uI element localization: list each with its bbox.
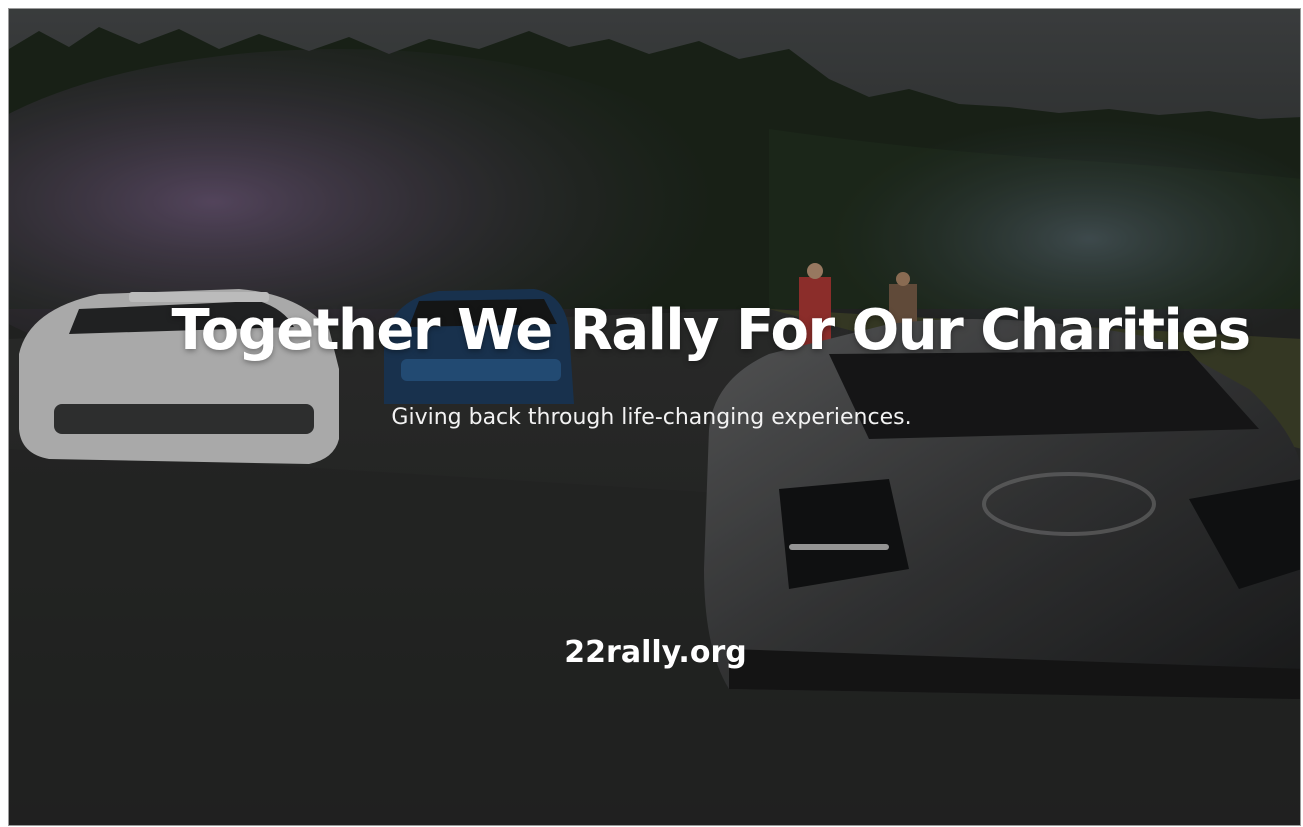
website-url-link[interactable]: 22rally.org [9, 635, 1300, 670]
hero-subheadline: Giving back through life-changing experi… [391, 405, 912, 430]
hero-headline: Together We Rally For Our Charities [171, 298, 1251, 363]
hero-banner: Together We Rally For Our Charities Givi… [8, 8, 1301, 826]
